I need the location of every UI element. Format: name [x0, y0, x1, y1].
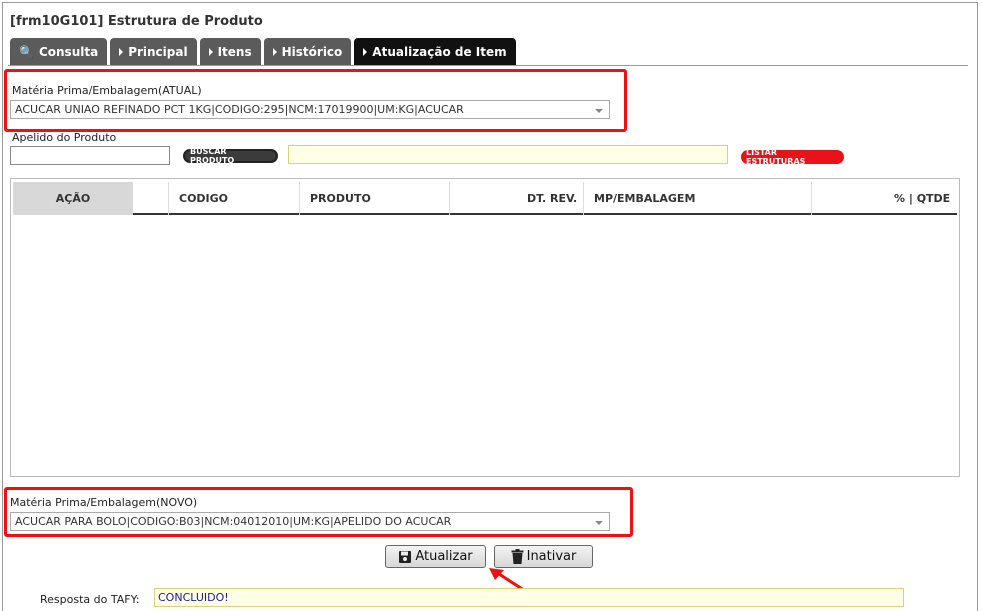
inativar-button[interactable]: Inativar — [494, 545, 593, 568]
resposta-label: Resposta do TAFY: — [40, 593, 140, 606]
column-header-dt-rev[interactable]: DT. REV. — [527, 182, 577, 215]
save-icon — [398, 550, 412, 564]
arrow-right-icon — [272, 47, 277, 56]
listar-estruturas-button[interactable]: LISTAR ESTRUTURAS — [741, 148, 844, 166]
tab-atualizacao-de-item[interactable]: Atualização de Item — [354, 38, 516, 65]
tab-consulta[interactable]: 🔍 Consulta — [10, 38, 108, 65]
apelido-input[interactable] — [10, 146, 170, 165]
column-separator — [299, 182, 300, 215]
buscar-produto-button[interactable]: BUSCAR PRODUTO — [183, 147, 278, 165]
materia-atual-select[interactable]: ACUCAR UNIAO REFINADO PCT 1KG|CODIGO:295… — [10, 100, 610, 119]
tab-itens[interactable]: Itens — [199, 38, 261, 65]
tab-label: Itens — [217, 44, 252, 59]
arrow-right-icon — [119, 47, 124, 56]
tab-label: Atualização de Item — [372, 44, 507, 59]
tab-label: Histórico — [281, 44, 343, 59]
tab-divider — [8, 65, 968, 66]
chevron-down-icon — [595, 109, 603, 113]
column-header-mp-embalagem[interactable]: MP/EMBALAGEM — [594, 182, 695, 215]
magnifier-icon: 🔍 — [19, 44, 34, 59]
trash-icon — [511, 549, 524, 564]
column-header-codigo[interactable]: CODIGO — [179, 182, 228, 215]
column-separator — [168, 182, 169, 215]
column-header-qtde[interactable]: % | QTDE — [894, 182, 950, 215]
column-header-acao[interactable]: AÇÃO — [13, 182, 133, 215]
atualizar-button[interactable]: Atualizar — [385, 545, 486, 568]
tab-historico[interactable]: Histórico — [263, 38, 352, 65]
column-separator — [449, 182, 450, 215]
atualizar-label: Atualizar — [415, 549, 473, 564]
tab-label: Principal — [128, 44, 188, 59]
resposta-field: CONCLUIDO! — [154, 588, 904, 607]
estrutura-grid: AÇÃO CODIGO PRODUTO DT. REV. MP/EMBALAGE… — [10, 178, 960, 477]
inativar-label: Inativar — [526, 549, 577, 564]
tab-bar: 🔍 Consulta Principal Itens Histórico Atu… — [10, 38, 516, 65]
column-header-produto[interactable]: PRODUTO — [310, 182, 371, 215]
apelido-label: Apelido do Produto — [12, 131, 117, 144]
column-separator — [811, 182, 812, 215]
arrow-right-icon — [363, 47, 368, 56]
chevron-down-icon — [595, 521, 603, 525]
window-title: [frm10G101] Estrutura de Produto — [10, 14, 263, 29]
tab-label: Consulta — [38, 44, 99, 59]
materia-novo-label: Matéria Prima/Embalagem(NOVO) — [10, 496, 198, 509]
column-separator — [583, 182, 584, 215]
materia-atual-label: Matéria Prima/Embalagem(ATUAL) — [12, 84, 202, 97]
tab-principal[interactable]: Principal — [110, 38, 197, 65]
grid-header: AÇÃO CODIGO PRODUTO DT. REV. MP/EMBALAGE… — [13, 182, 957, 215]
materia-novo-select[interactable]: ACUCAR PARA BOLO|CODIGO:B03|NCM:04012010… — [10, 512, 610, 531]
arrow-right-icon — [208, 47, 213, 56]
produto-display-field — [288, 145, 728, 164]
materia-novo-value: ACUCAR PARA BOLO|CODIGO:B03|NCM:04012010… — [15, 515, 452, 528]
materia-atual-value: ACUCAR UNIAO REFINADO PCT 1KG|CODIGO:295… — [15, 103, 464, 116]
